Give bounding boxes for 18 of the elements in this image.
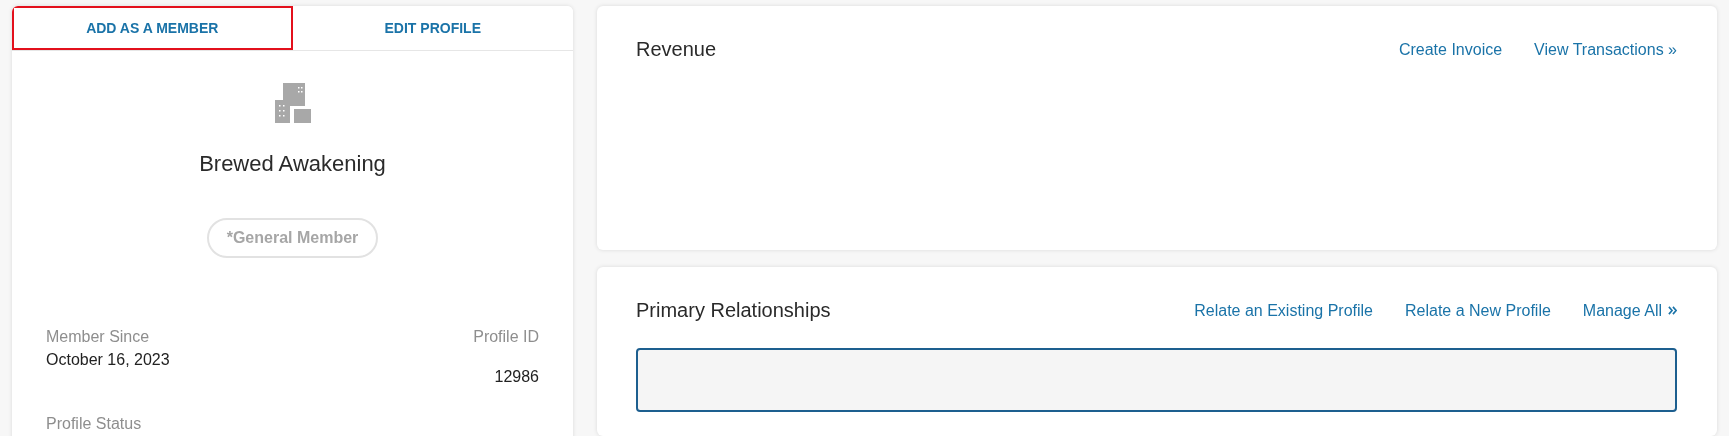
tab-button[interactable]: ADD AS A MEMBER [12,6,293,50]
buildings-icon [274,83,311,123]
link[interactable]: View Transactions » [1534,40,1677,59]
membership-badge: *General Member [206,218,379,258]
field-label: Profile Status [46,414,142,434]
section-title: Primary Relationships [636,299,831,323]
field-value: 12986 [494,367,539,387]
field-value: October 16, 2023 [46,350,170,370]
tab-button[interactable]: EDIT PROFILE [292,6,573,50]
section-title: Revenue [636,38,717,61]
link[interactable]: Relate an Existing Profile [1194,301,1373,320]
field-label: Profile ID [473,327,539,347]
link[interactable]: Relate a New Profile [1405,301,1551,320]
double-chevron-icon [1668,306,1677,316]
field-label: Member Since [46,327,151,347]
profile-name: Brewed Awakening [199,151,386,177]
link[interactable]: Create Invoice [1398,40,1503,59]
link[interactable]: Manage All [1582,301,1677,320]
